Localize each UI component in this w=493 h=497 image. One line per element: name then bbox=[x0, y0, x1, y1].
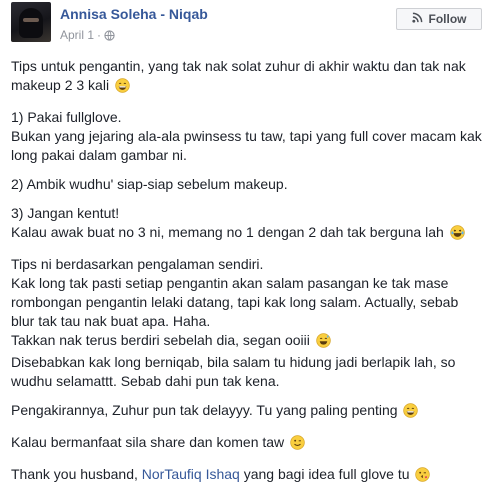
grin-emoji-icon bbox=[403, 403, 419, 423]
post-paragraph: Tips ni berdasarkan pengalaman sendiri. K… bbox=[11, 255, 481, 391]
post-text-line: long pakai dalam gambar ni. bbox=[11, 146, 481, 165]
follow-button[interactable]: Follow bbox=[396, 8, 482, 30]
post-text-line: Kalau awak buat no 3 ni, memang no 1 den… bbox=[11, 223, 481, 245]
post-meta: April 1 · bbox=[60, 28, 115, 44]
post-text-line: Takkan nak terus berdiri sebelah dia, se… bbox=[11, 331, 481, 353]
post-text-line: 1) Pakai fullglove. bbox=[11, 108, 481, 127]
post-text: 3) Jangan kentut! bbox=[11, 205, 120, 221]
meta-separator: · bbox=[97, 28, 102, 42]
post-text: wudhu selamattt. Sebab dahi pun tak kena… bbox=[11, 373, 280, 389]
post-text: makeup 2 3 kali bbox=[11, 77, 110, 93]
post-paragraph: 2) Ambik wudhu' siap-siap sebelum makeup… bbox=[11, 175, 481, 194]
post-text-line: 3) Jangan kentut! bbox=[11, 204, 481, 223]
kiss-emoji-icon bbox=[415, 467, 431, 487]
post-text: Tips untuk pengantin, yang tak nak solat… bbox=[11, 58, 466, 74]
rss-icon bbox=[411, 12, 423, 26]
post-paragraph: 1) Pakai fullglove. Bukan yang jejaring a… bbox=[11, 108, 482, 165]
avatar[interactable] bbox=[11, 2, 51, 42]
post-text-line: Tips ni berdasarkan pengalaman sendiri. bbox=[11, 255, 481, 274]
follow-label: Follow bbox=[428, 12, 467, 26]
post-text-line: Thank you husband, NorTaufiq Ishaq yang … bbox=[11, 465, 481, 487]
post-text: Thank you husband, bbox=[11, 466, 142, 482]
post-text: Kak long tak pasti setiap pengantin akan… bbox=[11, 275, 449, 291]
post-text-line: makeup 2 3 kali bbox=[11, 76, 481, 98]
post-text: Tips ni berdasarkan pengalaman sendiri. bbox=[11, 256, 264, 272]
facebook-post: Annisa Soleha - Niqab April 1 · Follow Ti… bbox=[0, 0, 493, 482]
post-text: 1) Pakai fullglove. bbox=[11, 109, 122, 125]
post-paragraph: Tips untuk pengantin, yang tak nak solat… bbox=[11, 57, 481, 98]
post-text-line: 2) Ambik wudhu' siap-siap sebelum makeup… bbox=[11, 175, 481, 194]
post-text: Bukan yang jejaring ala-ala pwinsess tu … bbox=[11, 128, 482, 144]
sweat-smile-emoji-icon bbox=[316, 333, 331, 353]
laugh-emoji-icon bbox=[449, 225, 465, 245]
tagged-user-link[interactable]: NorTaufiq Ishaq bbox=[142, 466, 240, 482]
post-text-line: Pengakirannya, Zuhur pun tak delayyy. Tu… bbox=[11, 401, 481, 423]
post-paragraph: Kalau bermanfaat sila share dan komen ta… bbox=[11, 433, 481, 455]
post-text-line: rombongan pengantin lelaki datang, tapi … bbox=[11, 293, 481, 312]
post-text: Pengakirannya, Zuhur pun tak delayyy. Tu… bbox=[11, 402, 398, 418]
post-header: Annisa Soleha - Niqab April 1 · Follow bbox=[0, 0, 493, 48]
post-date[interactable]: April 1 bbox=[60, 28, 94, 42]
globe-icon bbox=[104, 30, 115, 44]
post-text-line: Kak long tak pasti setiap pengantin akan… bbox=[11, 274, 481, 293]
post-body: Tips untuk pengantin, yang tak nak solat… bbox=[11, 57, 482, 497]
post-text: Disebabkan kak long berniqab, bila salam… bbox=[11, 354, 456, 370]
wink-emoji-icon bbox=[290, 435, 305, 455]
post-text-line: Bukan yang jejaring ala-ala pwinsess tu … bbox=[11, 127, 482, 146]
post-text: rombongan pengantin lelaki datang, tapi … bbox=[11, 294, 459, 310]
post-text: 2) Ambik wudhu' siap-siap sebelum makeup… bbox=[11, 176, 288, 192]
post-text-line: Tips untuk pengantin, yang tak nak solat… bbox=[11, 57, 481, 76]
post-paragraph: 3) Jangan kentut! Kalau awak buat no 3 ni… bbox=[11, 204, 481, 245]
post-text: long pakai dalam gambar ni. bbox=[11, 147, 187, 163]
author-name[interactable]: Annisa Soleha - Niqab bbox=[60, 6, 208, 22]
post-text-line: Kalau bermanfaat sila share dan komen ta… bbox=[11, 433, 481, 455]
post-paragraph: Pengakirannya, Zuhur pun tak delayyy. Tu… bbox=[11, 401, 481, 423]
post-text-line: Disebabkan kak long berniqab, bila salam… bbox=[11, 353, 481, 372]
post-text: Kalau bermanfaat sila share dan komen ta… bbox=[11, 434, 285, 450]
post-text-line: blur tak tau nak buat apa. Haha. bbox=[11, 312, 481, 331]
post-text: blur tak tau nak buat apa. Haha. bbox=[11, 313, 211, 329]
post-paragraph: Thank you husband, NorTaufiq Ishaq yang … bbox=[11, 465, 481, 487]
post-text: Kalau awak buat no 3 ni, memang no 1 den… bbox=[11, 224, 444, 240]
post-text: Takkan nak terus berdiri sebelah dia, se… bbox=[11, 332, 310, 348]
grin-emoji-icon bbox=[115, 78, 130, 98]
post-text: yang bagi idea full glove tu bbox=[239, 466, 410, 482]
post-text-line: wudhu selamattt. Sebab dahi pun tak kena… bbox=[11, 372, 481, 391]
